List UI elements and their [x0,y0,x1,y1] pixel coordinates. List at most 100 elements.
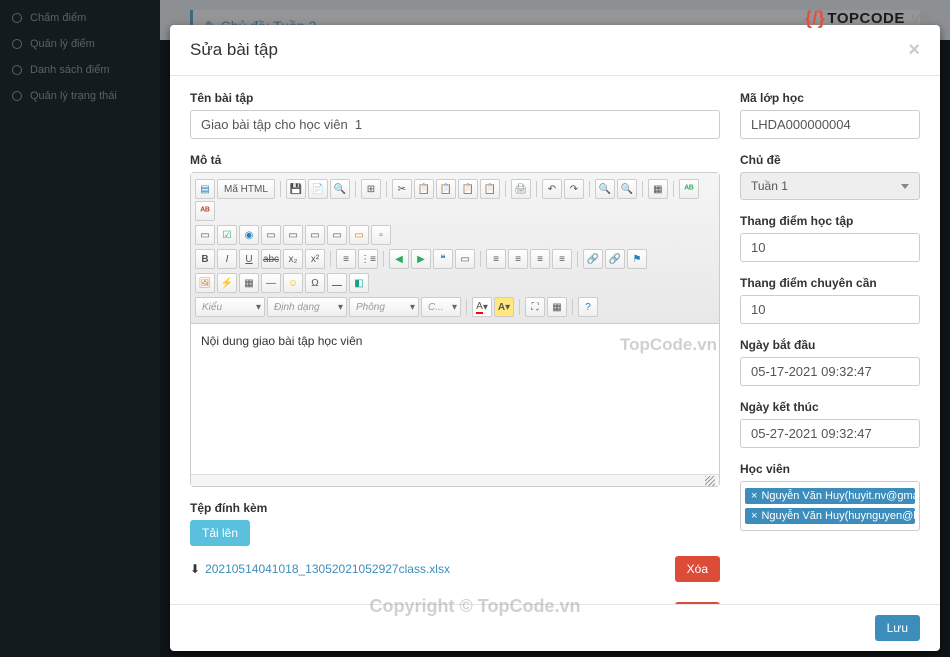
link-icon[interactable]: 🔗 [583,249,603,269]
flash-icon[interactable]: ⚡ [217,273,237,293]
study-score-input[interactable] [740,233,920,262]
pagebreak-icon[interactable]: ⎼ [327,273,347,293]
students-label: Học viên [740,462,920,476]
assignment-name-input[interactable] [190,110,720,139]
superscript-icon[interactable]: x² [305,249,325,269]
attendance-score-input[interactable] [740,295,920,324]
underline-icon[interactable]: U [239,249,259,269]
numlist-icon[interactable]: ≡ [336,249,356,269]
blockquote-icon[interactable]: ❝ [433,249,453,269]
copy-icon[interactable]: 📋 [414,179,434,199]
scayt-icon[interactable]: ᴬᴮ [195,201,215,221]
remove-tag-icon[interactable]: × [751,490,757,502]
delete-attachment-button[interactable]: Xóa [675,556,720,582]
unlink-icon[interactable]: 🔗 [605,249,625,269]
modal-header: Sửa bài tập × [170,25,940,76]
indent-icon[interactable]: ▶ [411,249,431,269]
hr-icon[interactable]: — [261,273,281,293]
print-icon[interactable]: 🖨 [511,179,531,199]
newpage-icon[interactable]: 📄 [308,179,328,199]
div-icon[interactable]: ▭ [455,249,475,269]
student-name: Nguyễn Văn Huy(huyit.nv@gmail.c [761,490,915,502]
watermark-logo: {/} TOPCODE.VN [805,8,930,29]
image-icon[interactable]: 🖼 [195,273,215,293]
start-date-input[interactable] [740,357,920,386]
textarea-icon[interactable]: ▭ [283,225,303,245]
iframe-icon[interactable]: ◧ [349,273,369,293]
assignment-name-group: Tên bài tập [190,91,720,139]
find-icon[interactable]: 🔍 [595,179,615,199]
subscript-icon[interactable]: x₂ [283,249,303,269]
format-dropdown[interactable]: Định dạng [267,297,347,317]
bullist-icon[interactable]: ⋮≡ [358,249,378,269]
modal-body: Tên bài tập Mô tả ▤ Mã HTML 💾 📄 🔍 [170,76,940,604]
font-dropdown[interactable]: Phông [349,297,419,317]
undo-icon[interactable]: ↶ [542,179,562,199]
select-icon[interactable]: ▭ [305,225,325,245]
student-tag[interactable]: × Nguyễn Văn Huy(huynguyen@ben [745,508,915,524]
smiley-icon[interactable]: ☺ [283,273,303,293]
about-icon[interactable]: ? [578,297,598,317]
edit-assignment-modal: Sửa bài tập × Tên bài tập Mô tả ▤ Mã HTM… [170,25,940,651]
students-group: Học viên × Nguyễn Văn Huy(huyit.nv@gmail… [740,462,920,531]
templates-icon[interactable]: ⊞ [361,179,381,199]
redo-icon[interactable]: ↷ [564,179,584,199]
size-dropdown[interactable]: C... [421,297,461,317]
align-left-icon[interactable]: ≡ [486,249,506,269]
preview-icon[interactable]: 🔍 [330,179,350,199]
align-center-icon[interactable]: ≡ [508,249,528,269]
study-score-group: Thang điểm học tập [740,214,920,262]
form-icon[interactable]: ▭ [195,225,215,245]
textcolor-icon[interactable]: A▾ [472,297,492,317]
close-icon[interactable]: × [908,40,920,60]
specialchar-icon[interactable]: Ω [305,273,325,293]
start-date-group: Ngày bắt đầu [740,338,920,386]
strike-icon[interactable]: abc [261,249,281,269]
selectall-icon[interactable]: ▦ [648,179,668,199]
students-multiselect[interactable]: × Nguyễn Văn Huy(huyit.nv@gmail.c × Nguy… [740,481,920,531]
hidden-icon[interactable]: ▫ [371,225,391,245]
topic-select[interactable]: Tuần 1 [740,172,920,200]
maximize-icon[interactable]: ⛶ [525,297,545,317]
spellcheck-icon[interactable]: ᴬᴮ [679,179,699,199]
outdent-icon[interactable]: ◀ [389,249,409,269]
styles-dropdown[interactable]: Kiểu [195,297,265,317]
italic-icon[interactable]: I [217,249,237,269]
paste-icon[interactable]: 📋 [436,179,456,199]
description-label: Mô tả [190,153,720,167]
bgcolor-icon[interactable]: A▾ [494,297,514,317]
save-button[interactable]: Lưu [875,615,920,641]
student-tag[interactable]: × Nguyễn Văn Huy(huyit.nv@gmail.c [745,488,915,504]
source-html-button[interactable]: Mã HTML [217,179,275,199]
source-icon[interactable]: ▤ [195,179,215,199]
attachment-link[interactable]: ⬇ 20210514041018_13052021052927class.xls… [190,562,450,576]
remove-tag-icon[interactable]: × [751,510,757,522]
showblocks-icon[interactable]: ▦ [547,297,567,317]
paste-text-icon[interactable]: 📋 [458,179,478,199]
start-date-label: Ngày bắt đầu [740,338,920,352]
radio-icon[interactable]: ◉ [239,225,259,245]
class-code-input[interactable] [740,110,920,139]
end-date-input[interactable] [740,419,920,448]
upload-button[interactable]: Tải lên [190,520,250,546]
table-icon[interactable]: ▦ [239,273,259,293]
textfield-icon[interactable]: ▭ [261,225,281,245]
save-icon[interactable]: 💾 [286,179,306,199]
attachment-row: ⬇ 20210514041018_13052021052927class.xls… [190,546,720,592]
bold-icon[interactable]: B [195,249,215,269]
cut-icon[interactable]: ✂ [392,179,412,199]
replace-icon[interactable]: 🔍 [617,179,637,199]
rte-resize-bar [191,474,719,486]
checkbox-icon[interactable]: ☑ [217,225,237,245]
rte-content-area[interactable]: Nội dung giao bài tập học viên [191,324,719,474]
resize-handle-icon[interactable] [705,476,715,486]
study-score-label: Thang điểm học tập [740,214,920,228]
align-right-icon[interactable]: ≡ [530,249,550,269]
paste-word-icon[interactable]: 📋 [480,179,500,199]
end-date-group: Ngày kết thúc [740,400,920,448]
button-field-icon[interactable]: ▭ [327,225,347,245]
modal-footer: Lưu [170,604,940,651]
imagebutton-icon[interactable]: ▭ [349,225,369,245]
align-justify-icon[interactable]: ≡ [552,249,572,269]
anchor-icon[interactable]: ⚑ [627,249,647,269]
